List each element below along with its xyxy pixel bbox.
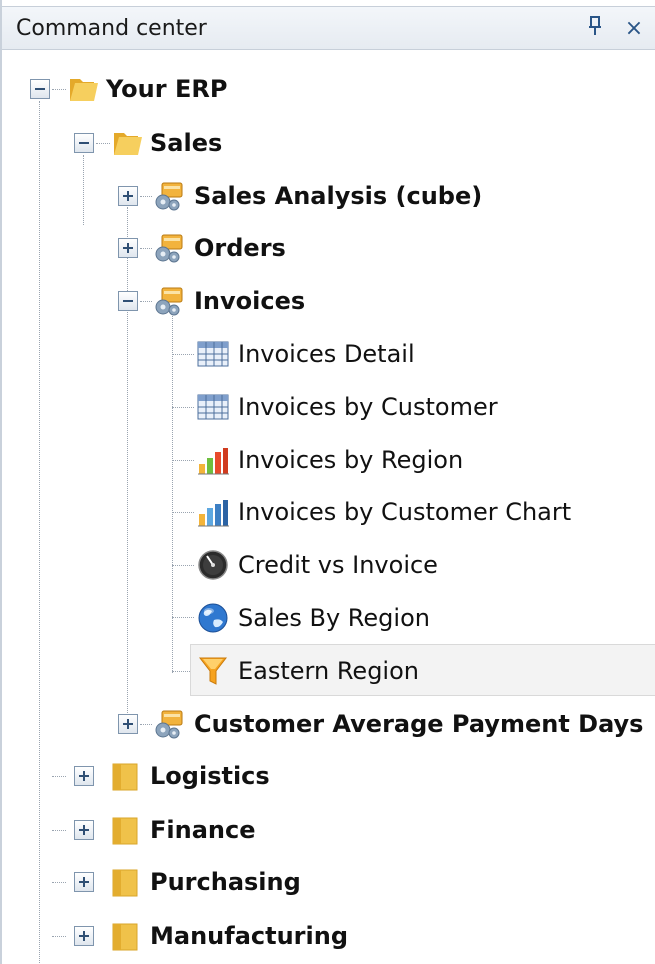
panel-header: Command center × [2,6,655,50]
grid-report-icon [196,391,230,423]
tree-node-purchasing[interactable]: Purchasing [2,858,655,906]
tree-node-label: Sales Analysis (cube) [194,182,483,210]
tree-node-label: Customer Average Payment Days [194,710,644,738]
tree-node-label: Invoices by Region [238,446,464,474]
collapse-toggle[interactable] [30,79,50,99]
globe-icon [196,602,230,634]
tree-node-sales-analysis[interactable]: Sales Analysis (cube) [2,172,655,220]
tree-node-manufacturing[interactable]: Manufacturing [2,912,655,960]
tree-leaf-eastern-region[interactable]: Eastern Region [2,647,655,695]
expand-toggle[interactable] [118,186,138,206]
tree-node-label: Sales By Region [238,604,430,632]
expand-toggle[interactable] [74,872,94,892]
expand-toggle[interactable] [74,926,94,946]
tree-leaf-sales-by-region[interactable]: Sales By Region [2,594,655,642]
folder-open-icon [66,73,100,105]
tree-node-logistics[interactable]: Logistics [2,752,655,800]
expand-toggle[interactable] [118,714,138,734]
command-center-panel: Command center × Your ERP Sales Sales An… [0,0,655,964]
data-source-gear-icon [152,708,186,740]
data-source-gear-icon [152,180,186,212]
pin-icon[interactable] [584,16,606,42]
folder-icon [110,920,144,952]
tree-node-your-erp[interactable]: Your ERP [2,65,655,113]
tree-node-orders[interactable]: Orders [2,224,655,272]
close-icon[interactable]: × [623,16,645,42]
data-source-gear-icon [152,285,186,317]
expand-toggle[interactable] [74,766,94,786]
tree-node-label: Invoices by Customer Chart [238,498,572,526]
tree-node-label: Sales [150,129,223,157]
tree-leaf-invoices-detail[interactable]: Invoices Detail [2,330,655,378]
folder-icon [110,814,144,846]
filter-icon [196,655,230,687]
bar-chart-icon [196,496,230,528]
tree-node-label: Purchasing [150,868,301,896]
tree-node-label: Invoices Detail [238,340,415,368]
tree-leaf-invoices-by-region[interactable]: Invoices by Region [2,436,655,484]
gauge-icon [196,549,230,581]
expand-toggle[interactable] [118,238,138,258]
tree-node-finance[interactable]: Finance [2,806,655,854]
folder-icon [110,760,144,792]
tree-node-label: Invoices by Customer [238,393,498,421]
tree-leaf-credit-vs-invoice[interactable]: Credit vs Invoice [2,541,655,589]
tree-leaf-invoices-by-customer-chart[interactable]: Invoices by Customer Chart [2,488,655,536]
collapse-toggle[interactable] [118,291,138,311]
tree-node-label: Logistics [150,762,270,790]
data-source-gear-icon [152,232,186,264]
expand-toggle[interactable] [74,820,94,840]
tree-node-invoices[interactable]: Invoices [2,277,655,325]
tree-node-label: Eastern Region [238,657,419,685]
navigation-tree: Your ERP Sales Sales Analysis (cube) Ord… [2,51,655,964]
tree-node-customer-average-payment-days[interactable]: Customer Average Payment Days [2,700,655,748]
panel-title: Command center [16,16,207,41]
tree-node-label: Finance [150,816,256,844]
pin-icon-glyph [589,16,601,35]
tree-node-label: Orders [194,234,286,262]
collapse-toggle[interactable] [74,133,94,153]
tree-node-label: Manufacturing [150,922,348,950]
folder-open-icon [110,127,144,159]
tree-node-sales[interactable]: Sales [2,119,655,167]
tree-node-label: Invoices [194,287,306,315]
tree-node-label: Your ERP [106,75,228,103]
folder-icon [110,866,144,898]
grid-report-icon [196,338,230,370]
tree-leaf-invoices-by-customer[interactable]: Invoices by Customer [2,383,655,431]
tree-node-label: Credit vs Invoice [238,551,438,579]
bar-chart-icon [196,444,230,476]
